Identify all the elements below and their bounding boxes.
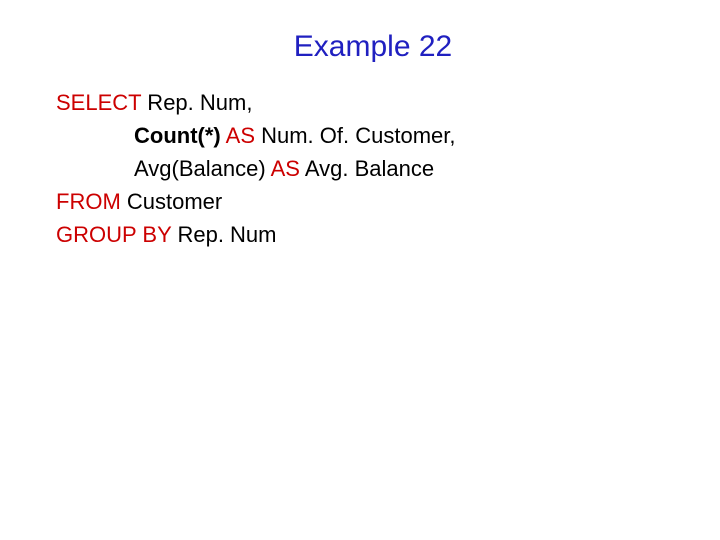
sql-line-5: GROUP BY Rep. Num — [56, 218, 690, 251]
sql-code-block: SELECT Rep. Num, Count(*) AS Num. Of. Cu… — [56, 86, 690, 251]
sql-line-4: FROM Customer — [56, 185, 690, 218]
keyword-count: Count(*) — [134, 123, 221, 148]
keyword-from: FROM — [56, 189, 121, 214]
slide-container: Example 22 SELECT Rep. Num, Count(*) AS … — [0, 0, 720, 251]
text-line-1: Rep. Num, — [141, 90, 252, 115]
text-line-5: Rep. Num — [171, 222, 276, 247]
text-line-2: Num. Of. Customer, — [261, 123, 455, 148]
text-line-3-rest: Avg. Balance — [305, 156, 434, 181]
sql-line-2: Count(*) AS Num. Of. Customer, — [56, 119, 690, 152]
text-line-3-pre: Avg(Balance) — [134, 156, 271, 181]
keyword-select: SELECT — [56, 90, 141, 115]
keyword-as: AS — [221, 123, 261, 148]
keyword-groupby: GROUP BY — [56, 222, 171, 247]
slide-title: Example 22 — [56, 30, 690, 64]
text-line-4: Customer — [121, 189, 222, 214]
keyword-as-2: AS — [271, 156, 305, 181]
sql-line-3: Avg(Balance) AS Avg. Balance — [56, 152, 690, 185]
sql-line-1: SELECT Rep. Num, — [56, 86, 690, 119]
